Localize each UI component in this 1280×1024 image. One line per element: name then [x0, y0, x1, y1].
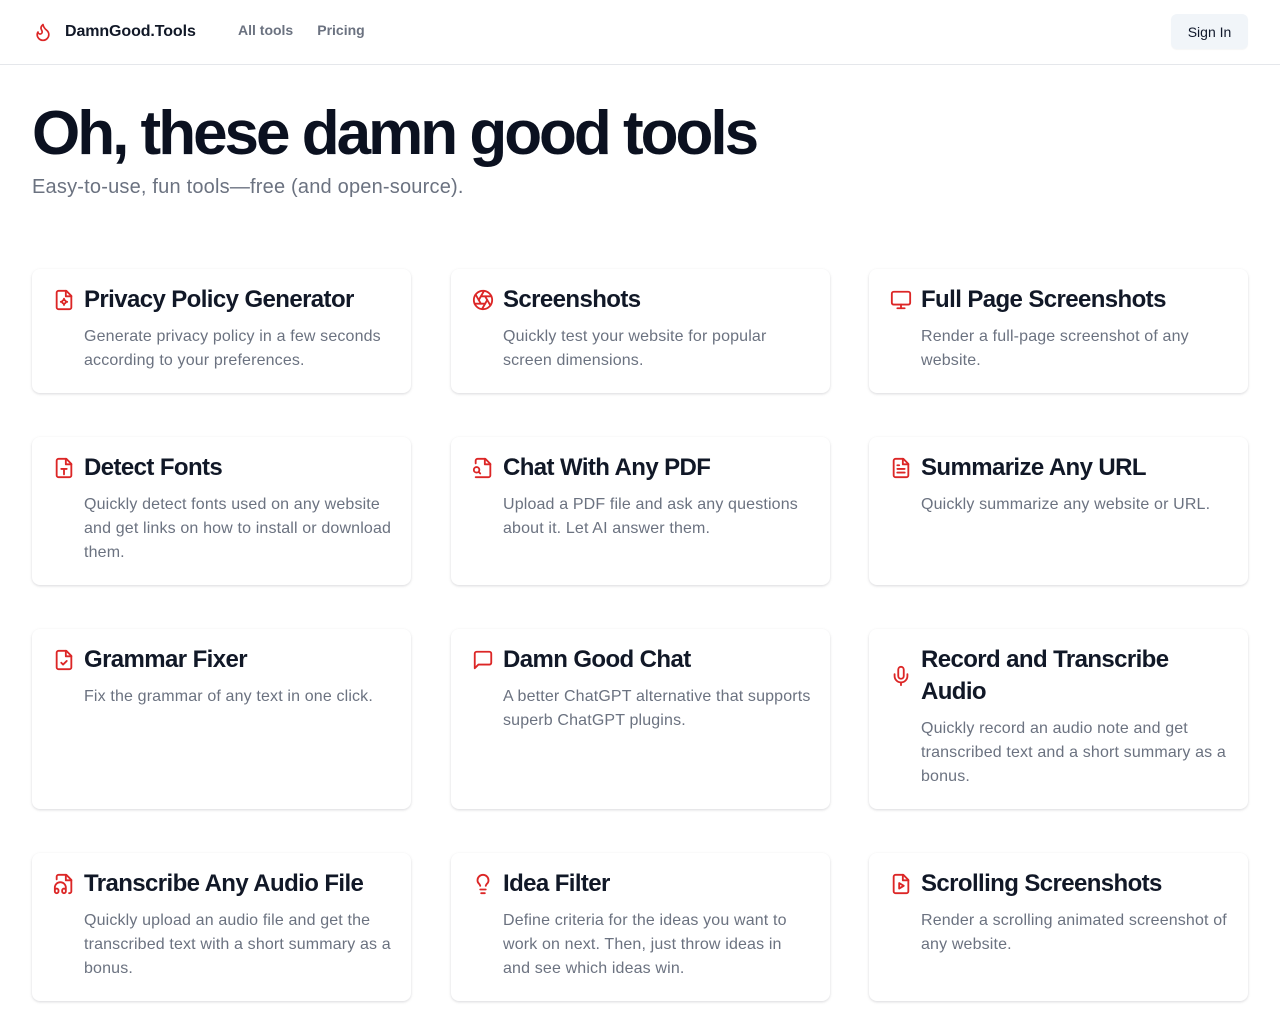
- tool-card-description: Generate privacy policy in a few seconds…: [84, 328, 381, 369]
- tool-card-record-and-transcribe-audio[interactable]: Record and Transcribe Audio Quickly reco…: [869, 629, 1248, 809]
- file-audio-icon: [53, 873, 75, 895]
- tool-card-title: Summarize Any URL: [921, 454, 1147, 481]
- main-nav: All tools Pricing: [238, 22, 365, 38]
- tool-card-privacy-policy-generator[interactable]: Privacy Policy Generator Generate privac…: [32, 269, 411, 393]
- tool-card-description: Define criteria for the ideas you want t…: [503, 912, 787, 977]
- message-square-icon: [472, 649, 494, 671]
- file-video-icon: [890, 873, 912, 895]
- tool-card-title: Privacy Policy Generator: [84, 286, 354, 313]
- tool-card-description: Quickly summarize any website or URL.: [921, 496, 1211, 513]
- tool-card-transcribe-any-audio-file[interactable]: Transcribe Any Audio File Quickly upload…: [32, 853, 411, 1001]
- file-text-icon: [890, 457, 912, 479]
- file-cog-icon: [53, 289, 75, 311]
- tool-card-title: Record and Transcribe Audio: [921, 646, 1169, 705]
- tool-card-title: Scrolling Screenshots: [921, 870, 1162, 897]
- file-type-icon: [53, 457, 75, 479]
- page-subtitle: Easy-to-use, fun tools—free (and open-so…: [32, 176, 464, 198]
- lightbulb-icon: [472, 873, 494, 895]
- tool-card-description: A better ChatGPT alternative that suppor…: [503, 688, 811, 729]
- brand-logo-link[interactable]: DamnGood.Tools: [33, 20, 196, 44]
- tool-card-title: Grammar Fixer: [84, 646, 248, 673]
- file-check-icon: [53, 649, 75, 671]
- tool-card-title: Transcribe Any Audio File: [84, 870, 364, 897]
- tool-card-title: Chat With Any PDF: [503, 454, 711, 481]
- top-navigation-bar: DamnGood.Tools All tools Pricing Sign In: [0, 0, 1280, 65]
- aperture-icon: [472, 289, 494, 311]
- tool-card-title: Idea Filter: [503, 870, 610, 897]
- monitor-icon: [890, 289, 912, 311]
- tool-card-screenshots[interactable]: Screenshots Quickly test your website fo…: [451, 269, 830, 393]
- tool-card-description: Quickly test your website for popular sc…: [503, 328, 767, 369]
- tool-card-description: Render a full-page screenshot of any web…: [921, 328, 1189, 369]
- sign-in-button[interactable]: Sign In: [1171, 14, 1248, 49]
- tool-card-scrolling-screenshots[interactable]: Scrolling Screenshots Render a scrolling…: [869, 853, 1248, 1001]
- tool-card-description: Upload a PDF file and ask any questions …: [503, 496, 798, 537]
- tool-card-title: Detect Fonts: [84, 454, 223, 481]
- tool-card-damn-good-chat[interactable]: Damn Good Chat A better ChatGPT alternat…: [451, 629, 830, 809]
- brand-name: DamnGood.Tools: [65, 23, 196, 40]
- tool-card-description: Render a scrolling animated screenshot o…: [921, 912, 1227, 953]
- tool-card-title: Full Page Screenshots: [921, 286, 1166, 313]
- tool-card-full-page-screenshots[interactable]: Full Page Screenshots Render a full-page…: [869, 269, 1248, 393]
- page-title: Oh, these damn good tools: [32, 99, 759, 168]
- tool-card-grammar-fixer[interactable]: Grammar Fixer Fix the grammar of any tex…: [32, 629, 411, 809]
- tool-card-description: Quickly record an audio note and get tra…: [921, 720, 1226, 785]
- tool-card-chat-with-any-pdf[interactable]: Chat With Any PDF Upload a PDF file and …: [451, 437, 830, 585]
- flame-icon: [36, 23, 50, 42]
- mic-icon: [890, 665, 912, 687]
- tool-card-detect-fonts[interactable]: Detect Fonts Quickly detect fonts used o…: [32, 437, 411, 585]
- tool-card-idea-filter[interactable]: Idea Filter Define criteria for the idea…: [451, 853, 830, 1001]
- tool-card-description: Quickly detect fonts used on any website…: [84, 496, 392, 561]
- tool-card-title: Screenshots: [503, 286, 641, 313]
- tool-card-description: Quickly upload an audio file and get the…: [84, 912, 391, 977]
- nav-all-tools-link[interactable]: All tools: [238, 22, 293, 38]
- tool-card-description: Fix the grammar of any text in one click…: [84, 688, 373, 705]
- file-search-icon: [472, 457, 494, 479]
- tool-card-title: Damn Good Chat: [503, 646, 691, 673]
- nav-pricing-link[interactable]: Pricing: [317, 22, 364, 38]
- tool-card-summarize-any-url[interactable]: Summarize Any URL Quickly summarize any …: [869, 437, 1248, 585]
